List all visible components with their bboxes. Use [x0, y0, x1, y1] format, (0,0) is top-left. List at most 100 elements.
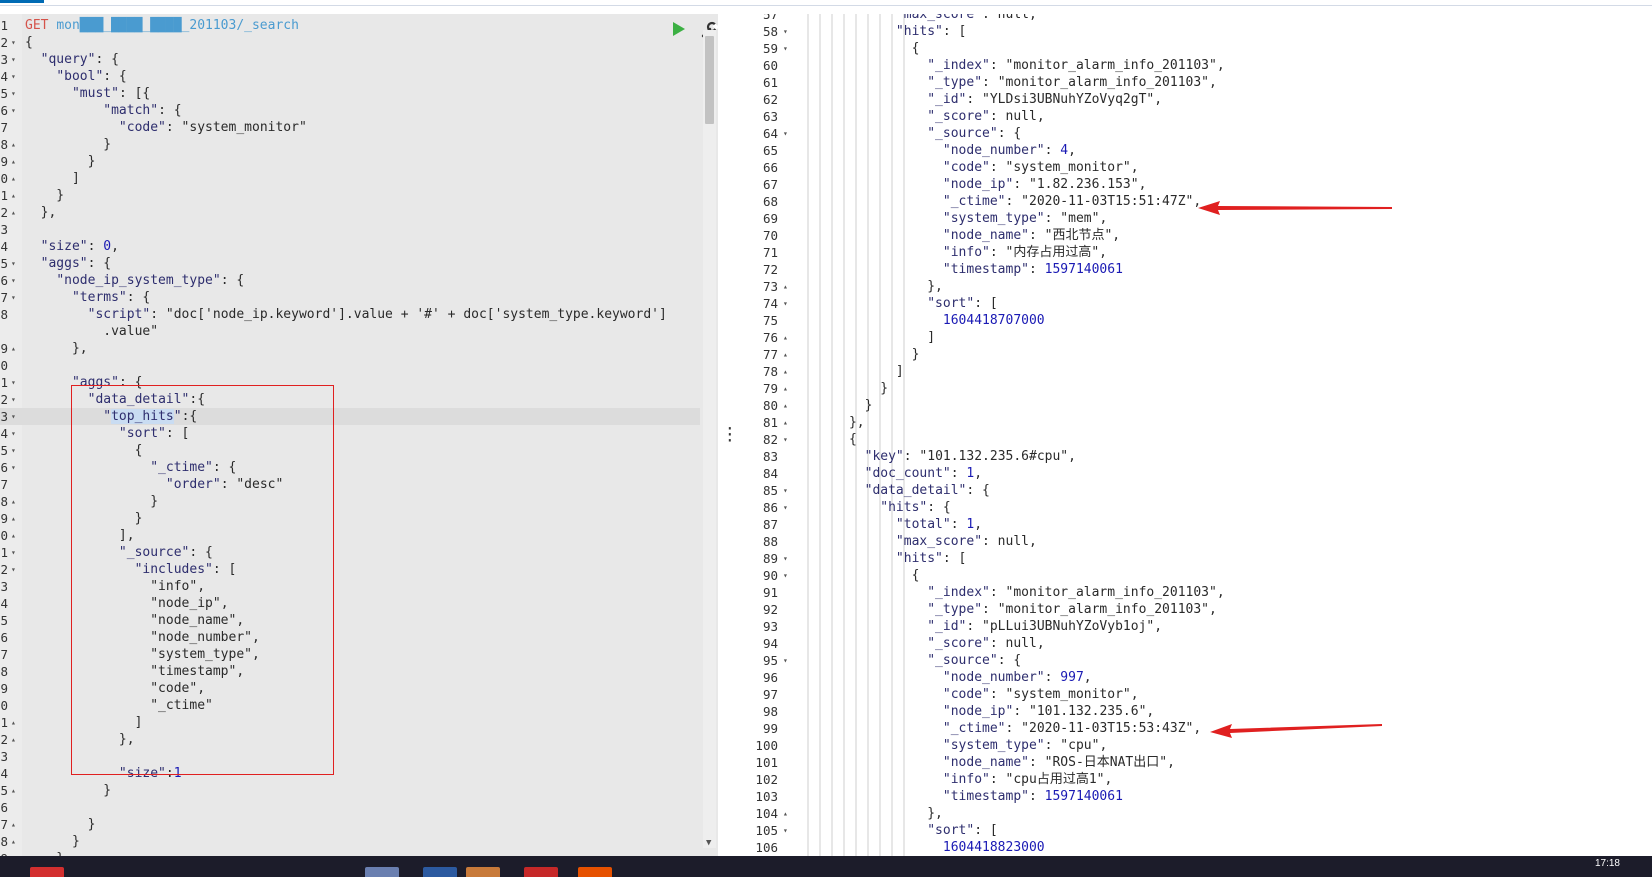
code-line[interactable]: 5 ▴ }: [0, 782, 700, 799]
code-line[interactable]: 0 ▴ ]: [0, 170, 700, 187]
fold-arrow-down-icon[interactable]: ▾: [11, 408, 16, 425]
code-line[interactable]: 80 ▴ }: [740, 397, 1652, 414]
code-line[interactable]: 75 1604418707000: [740, 312, 1652, 329]
code-line[interactable]: 6 "node_number",: [0, 629, 700, 646]
fold-arrow-down-icon[interactable]: ▾: [783, 550, 788, 567]
code-line[interactable]: 7 "order": "desc": [0, 476, 700, 493]
code-line[interactable]: 87 "total": 1,: [740, 516, 1652, 533]
fold-arrow-up-icon[interactable]: ▴: [783, 363, 788, 380]
fold-arrow-up-icon[interactable]: ▴: [11, 204, 16, 221]
fold-arrow-down-icon[interactable]: ▾: [11, 374, 16, 391]
code-line[interactable]: 6 ▾ "match": {: [0, 102, 700, 119]
fold-arrow-down-icon[interactable]: ▾: [783, 482, 788, 499]
code-line[interactable]: 9▴ }: [0, 153, 700, 170]
fold-arrow-down-icon[interactable]: ▾: [11, 102, 16, 119]
fold-arrow-down-icon[interactable]: ▾: [783, 40, 788, 57]
fold-arrow-down-icon[interactable]: ▾: [11, 391, 16, 408]
fold-arrow-up-icon[interactable]: ▴: [11, 714, 16, 731]
code-line[interactable]: 5 ▾ "aggs": {: [0, 255, 700, 272]
code-line[interactable]: 7 "code": "system_monitor": [0, 119, 700, 136]
fold-arrow-down-icon[interactable]: ▾: [11, 34, 16, 51]
code-line[interactable]: 6 ▾ "_ctime": {: [0, 459, 700, 476]
code-line[interactable]: 0 ▴ ],: [0, 527, 700, 544]
code-line[interactable]: 92 "_type": "monitor_alarm_info_201103",: [740, 601, 1652, 618]
code-line[interactable]: 83 "key": "101.132.235.6#cpu",: [740, 448, 1652, 465]
code-line[interactable]: 4 "size":1: [0, 765, 700, 782]
code-line[interactable]: 61 "_type": "monitor_alarm_info_201103",: [740, 74, 1652, 91]
code-line[interactable]: 96 "node_number": 997,: [740, 669, 1652, 686]
code-line[interactable]: 72 "timestamp": 1597140061: [740, 261, 1652, 278]
code-line[interactable]: 2 ▾ "data_detail":{: [0, 391, 700, 408]
taskbar-clock[interactable]: 17:18: [1595, 858, 1620, 869]
code-line[interactable]: 84 "doc_count": 1,: [740, 465, 1652, 482]
request-editor[interactable]: 1 GET mon███_████_████_201103/_search 2 ▾{3…: [0, 14, 718, 856]
code-line[interactable]: 88 "max_score": null,: [740, 533, 1652, 550]
request-editor-scrollbar[interactable]: ▼: [703, 30, 716, 848]
code-line[interactable]: 3: [0, 748, 700, 765]
fold-arrow-up-icon[interactable]: ▴: [11, 731, 16, 748]
code-line[interactable]: 5 "node_name",: [0, 612, 700, 629]
code-line[interactable]: 2 ▴ },: [0, 731, 700, 748]
fold-arrow-down-icon[interactable]: ▾: [783, 567, 788, 584]
code-line[interactable]: 9 ▴ },: [0, 340, 700, 357]
code-line[interactable]: 6: [0, 799, 700, 816]
taskbar-app-icon[interactable]: [524, 867, 558, 877]
code-line[interactable]: 1 GET mon███_████_████_201103/_search: [0, 17, 700, 34]
fold-arrow-down-icon[interactable]: ▾: [11, 442, 16, 459]
code-line[interactable]: 57 "max_score": null,: [740, 14, 1652, 23]
pane-divider[interactable]: · · ·: [718, 14, 740, 856]
code-line[interactable]: 106 1604418823000: [740, 839, 1652, 856]
code-line[interactable]: 85 ▾ "data_detail": {: [740, 482, 1652, 499]
code-line[interactable]: 59 ▾ {: [740, 40, 1652, 57]
code-line[interactable]: 5 ▾ "must": [{: [0, 85, 700, 102]
code-line[interactable]: 8 ▴ }: [0, 136, 700, 153]
code-line[interactable]: 77 ▴ }: [740, 346, 1652, 363]
code-line[interactable]: 2 ▾ {: [0, 34, 700, 51]
fold-arrow-down-icon[interactable]: ▾: [783, 295, 788, 312]
response-output[interactable]: 57 "max_score": null, 58 ▾ "hits": [59 ▾ { 6…: [740, 14, 1652, 856]
code-line[interactable]: 91 "_index": "monitor_alarm_info_201103"…: [740, 584, 1652, 601]
run-request-icon[interactable]: [673, 22, 685, 36]
fold-arrow-up-icon[interactable]: ▴: [11, 816, 16, 833]
code-line[interactable]: 3 ▾ "query": {: [0, 51, 700, 68]
fold-arrow-down-icon[interactable]: ▾: [783, 652, 788, 669]
fold-arrow-up-icon[interactable]: ▴: [783, 805, 788, 822]
code-line[interactable]: 7 ▾ "terms": {: [0, 289, 700, 306]
code-line[interactable]: 68 "_ctime": "2020-11-03T15:51:47Z",: [740, 193, 1652, 210]
code-line[interactable]: 9▴ }: [0, 510, 700, 527]
code-line[interactable]: 105 ▾ "sort": [: [740, 822, 1652, 839]
code-line[interactable]: 63 "_score": null,: [740, 108, 1652, 125]
code-line[interactable]: .value": [0, 323, 700, 340]
code-line[interactable]: 94 "_score": null,: [740, 635, 1652, 652]
code-line[interactable]: 69 "system_type": "mem",: [740, 210, 1652, 227]
fold-arrow-down-icon[interactable]: ▾: [783, 822, 788, 839]
code-line[interactable]: 90 ▾ {: [740, 567, 1652, 584]
fold-arrow-up-icon[interactable]: ▴: [11, 782, 16, 799]
code-line[interactable]: 86 ▾ "hits": {: [740, 499, 1652, 516]
code-line[interactable]: 93 "_id": "pLLui3UBNuhYZoVyb1oj",: [740, 618, 1652, 635]
code-line[interactable]: 73 ▴ },: [740, 278, 1652, 295]
fold-arrow-up-icon[interactable]: ▴: [783, 414, 788, 431]
code-line[interactable]: 64 ▾ "_source": {: [740, 125, 1652, 142]
code-line[interactable]: 3 "info",: [0, 578, 700, 595]
fold-arrow-up-icon[interactable]: ▴: [11, 153, 16, 170]
code-line[interactable]: 71 "info": "内存占用过高",: [740, 244, 1652, 261]
fold-arrow-up-icon[interactable]: ▴: [783, 346, 788, 363]
taskbar-app-icon[interactable]: [466, 867, 500, 877]
code-line[interactable]: 70 "node_name": "西北节点",: [740, 227, 1652, 244]
code-line[interactable]: 78 ▴ ]: [740, 363, 1652, 380]
taskbar-app-icon[interactable]: [423, 867, 457, 877]
code-line[interactable]: 58 ▾ "hits": [: [740, 23, 1652, 40]
code-line[interactable]: 99 "_ctime": "2020-11-03T15:53:43Z",: [740, 720, 1652, 737]
fold-arrow-up-icon[interactable]: ▴: [783, 380, 788, 397]
code-line[interactable]: 98 "node_ip": "101.132.235.6",: [740, 703, 1652, 720]
code-line[interactable]: 67 "node_ip": "1.82.236.153",: [740, 176, 1652, 193]
fold-arrow-up-icon[interactable]: ▴: [11, 136, 16, 153]
fold-arrow-down-icon[interactable]: ▾: [783, 23, 788, 40]
code-line[interactable]: 9 "code",: [0, 680, 700, 697]
fold-arrow-down-icon[interactable]: ▾: [783, 125, 788, 142]
code-line[interactable]: 2 ▾ "includes": [: [0, 561, 700, 578]
fold-arrow-up-icon[interactable]: ▴: [11, 527, 16, 544]
code-line[interactable]: 74 ▾ "sort": [: [740, 295, 1652, 312]
code-line[interactable]: 97 "code": "system_monitor",: [740, 686, 1652, 703]
